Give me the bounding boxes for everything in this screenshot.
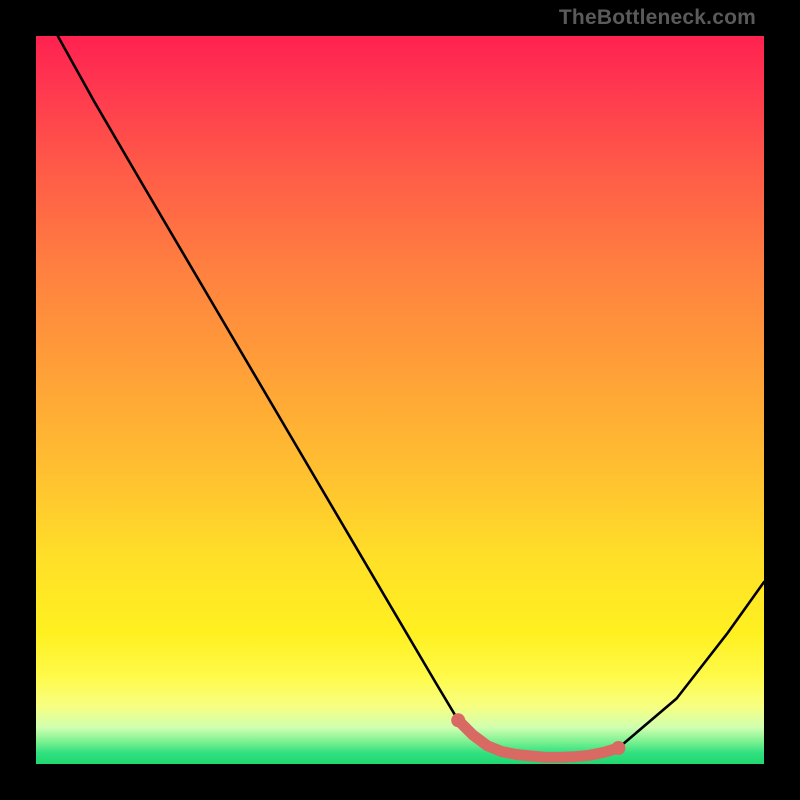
chart-svg (36, 36, 764, 764)
chart-line-curve (58, 36, 764, 757)
watermark-text: TheBottleneck.com (559, 6, 756, 30)
chart-highlight-endpoint (451, 713, 465, 727)
chart-highlight-line (458, 720, 618, 757)
chart-plot-area (36, 36, 764, 764)
chart-highlight-band (451, 713, 625, 757)
chart-highlight-endpoint (611, 741, 625, 755)
